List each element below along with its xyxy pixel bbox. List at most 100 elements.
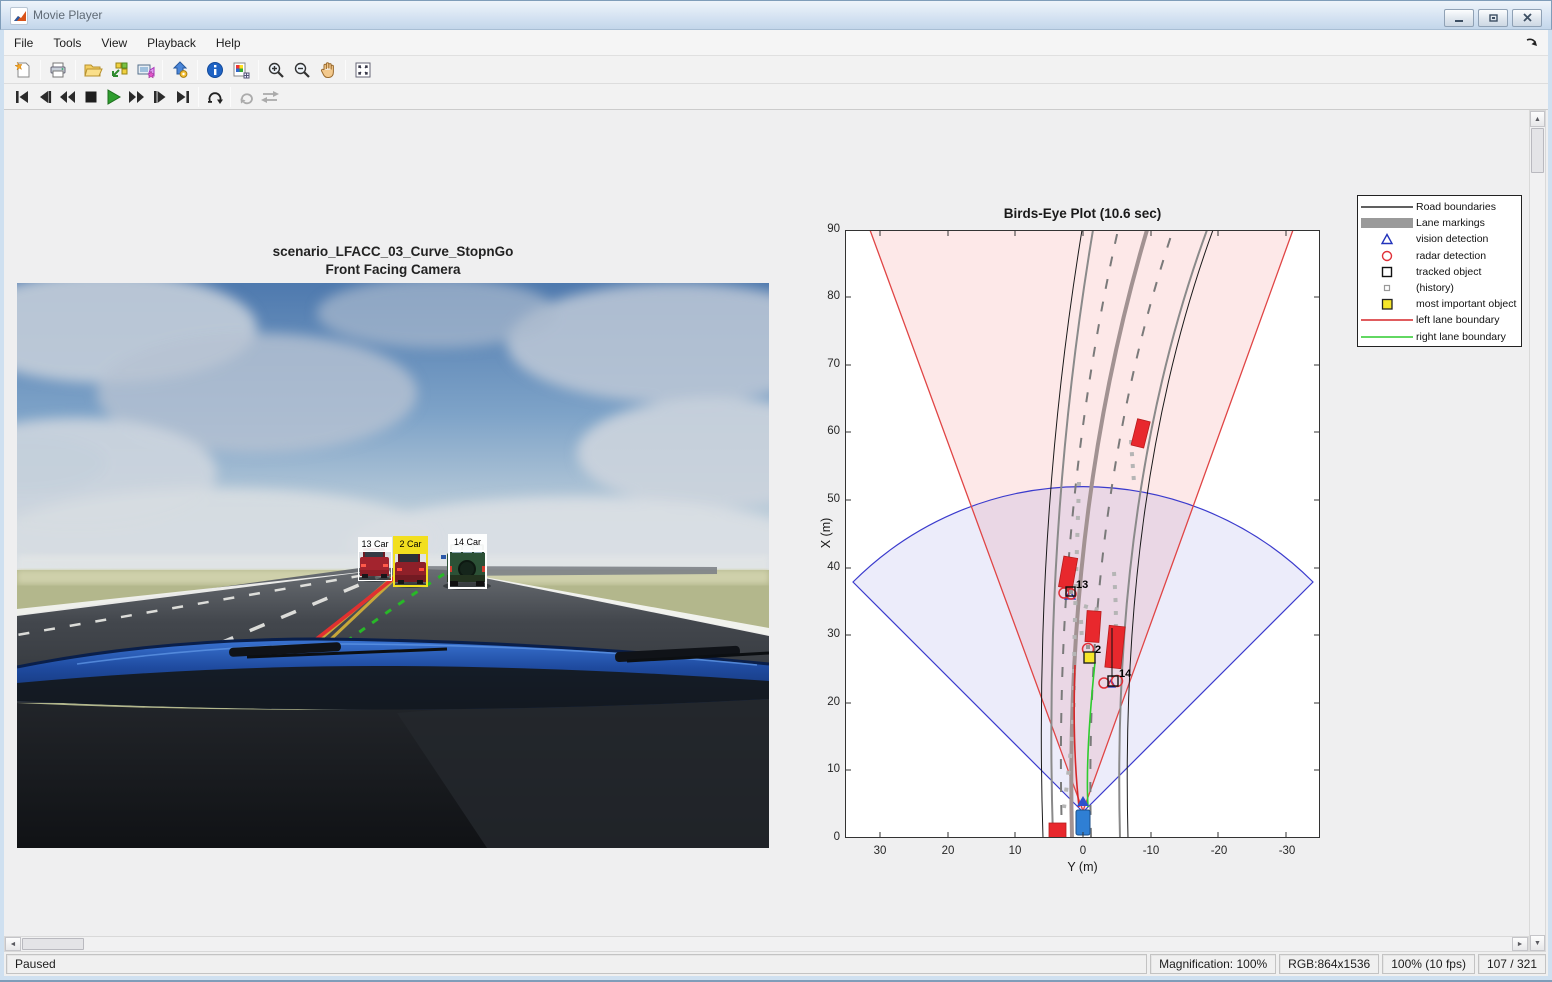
fast-forward-button[interactable] bbox=[125, 86, 148, 108]
playback-state: Paused bbox=[6, 954, 1148, 974]
y-tick-label: 10 bbox=[827, 763, 840, 775]
menu-file[interactable]: File bbox=[4, 32, 43, 54]
track-label-13: 13 bbox=[1076, 579, 1088, 591]
print-button[interactable] bbox=[45, 58, 71, 82]
legend-most-important-object-icon bbox=[1358, 298, 1416, 310]
rewind-button[interactable] bbox=[56, 86, 79, 108]
restore-button[interactable] bbox=[1478, 9, 1508, 27]
playback-toolbar bbox=[4, 84, 1548, 110]
legend-label: right lane boundary bbox=[1416, 330, 1506, 343]
scroll-down-button[interactable]: ▼ bbox=[1530, 935, 1545, 951]
undock-arrow-icon[interactable] bbox=[1524, 34, 1542, 52]
close-button[interactable] bbox=[1512, 9, 1542, 27]
legend-right-lane-boundary-icon bbox=[1358, 331, 1416, 343]
legend-label: tracked object bbox=[1416, 265, 1482, 278]
zoom-out-button[interactable] bbox=[289, 58, 315, 82]
autoreverse-button[interactable] bbox=[235, 86, 258, 108]
detection-label-2: 2 Car bbox=[393, 536, 428, 552]
plot-legend: Road boundaries Lane markings vision det… bbox=[1357, 195, 1522, 347]
title-bar: Movie Player bbox=[0, 0, 1552, 30]
x-axis-label: Y (m) bbox=[1067, 860, 1098, 874]
vertical-scrollbar[interactable]: ▲ ▼ bbox=[1529, 110, 1546, 952]
legend-label: most important object bbox=[1416, 298, 1517, 311]
most-important-object-marker bbox=[1083, 651, 1096, 664]
legend-vision-detection-icon bbox=[1358, 233, 1416, 245]
export-movie-button[interactable] bbox=[167, 58, 193, 82]
menu-playback[interactable]: Playback bbox=[137, 32, 206, 54]
legend-line-road-boundaries-icon bbox=[1358, 201, 1416, 213]
detection-label-13: 13 Car bbox=[358, 537, 392, 551]
horizontal-scroll-thumb[interactable] bbox=[22, 938, 84, 950]
y-tick-label: 30 bbox=[827, 628, 840, 640]
open-button[interactable] bbox=[80, 58, 106, 82]
vertical-scroll-thumb[interactable] bbox=[1531, 128, 1544, 173]
zoom-in-button[interactable] bbox=[263, 58, 289, 82]
step-forward-button[interactable] bbox=[148, 86, 171, 108]
matlab-app-icon bbox=[10, 7, 28, 25]
import-from-workspace-button[interactable] bbox=[106, 58, 132, 82]
x-tick-label: 30 bbox=[873, 845, 887, 857]
stop-button[interactable] bbox=[79, 86, 102, 108]
new-file-button[interactable] bbox=[10, 58, 36, 82]
y-axis-label: X (m) bbox=[819, 517, 833, 549]
legend-history-icon bbox=[1358, 282, 1416, 294]
legend-tracked-object-icon bbox=[1358, 266, 1416, 278]
y-tick-label: 70 bbox=[827, 358, 840, 370]
status-bar: Paused Magnification: 100% RGB:864x1536 … bbox=[4, 952, 1548, 976]
plot-title: Birds-Eye Plot (10.6 sec) bbox=[1003, 206, 1162, 221]
detection-label-14: 14 Car bbox=[448, 534, 487, 551]
menu-tools[interactable]: Tools bbox=[43, 32, 91, 54]
pan-button[interactable] bbox=[315, 58, 341, 82]
playback-direction-button[interactable] bbox=[258, 86, 281, 108]
play-button[interactable] bbox=[102, 86, 125, 108]
scroll-right-button[interactable]: ► bbox=[1512, 937, 1528, 951]
y-tick-label: 60 bbox=[827, 425, 840, 437]
image-size-status: RGB:864x1536 bbox=[1279, 954, 1380, 974]
go-to-last-button[interactable] bbox=[171, 86, 194, 108]
x-tick-label: -20 bbox=[1210, 845, 1228, 857]
legend-bar-lane-markings-icon bbox=[1358, 217, 1416, 229]
window-border-bottom bbox=[0, 976, 1552, 982]
bbox-car-2-most-important bbox=[393, 552, 428, 587]
y-tick-label: 90 bbox=[827, 223, 840, 235]
camera-panel-title: scenario_LFACC_03_Curve_StopnGo Front Fa… bbox=[17, 243, 769, 279]
scroll-left-button[interactable]: ◄ bbox=[5, 937, 21, 951]
go-to-first-button[interactable] bbox=[10, 86, 33, 108]
birds-eye-plot: 13 2 14 bbox=[845, 229, 1320, 839]
y-tick-label: 80 bbox=[827, 290, 840, 302]
window-border-right bbox=[1548, 30, 1552, 976]
pixel-region-button[interactable] bbox=[228, 58, 254, 82]
scenario-name: scenario_LFACC_03_Curve_StopnGo bbox=[272, 244, 514, 259]
camera-name: Front Facing Camera bbox=[325, 262, 461, 277]
export-to-video-viewer-button[interactable] bbox=[132, 58, 158, 82]
legend-label: Lane markings bbox=[1416, 217, 1485, 230]
x-tick-label: 10 bbox=[1008, 845, 1022, 857]
maximize-axes-button[interactable] bbox=[350, 58, 376, 82]
legend-label: vision detection bbox=[1416, 233, 1489, 246]
info-button[interactable] bbox=[202, 58, 228, 82]
main-toolbar bbox=[4, 56, 1548, 84]
horizontal-scrollbar[interactable]: ◄ ► bbox=[4, 936, 1529, 952]
magnification-status: Magnification: 100% bbox=[1150, 954, 1277, 974]
track-label-14: 14 bbox=[1119, 668, 1132, 680]
menu-help[interactable]: Help bbox=[206, 32, 251, 54]
x-tick-label: 0 bbox=[1079, 845, 1087, 857]
step-back-button[interactable] bbox=[33, 86, 56, 108]
menu-view[interactable]: View bbox=[91, 32, 137, 54]
frame-rate-status: 100% (10 fps) bbox=[1382, 954, 1475, 974]
track-label-2: 2 bbox=[1095, 644, 1101, 656]
vehicle-parked bbox=[1048, 822, 1067, 839]
legend-label: (history) bbox=[1416, 282, 1454, 295]
x-tick-label: -30 bbox=[1278, 845, 1296, 857]
vehicle-2 bbox=[1084, 610, 1102, 643]
repeat-button[interactable] bbox=[203, 86, 226, 108]
bbox-car-13 bbox=[358, 551, 392, 581]
y-tick-label: 20 bbox=[827, 696, 840, 708]
ego-hood bbox=[16, 637, 770, 848]
legend-label: left lane boundary bbox=[1416, 314, 1500, 327]
minimize-button[interactable] bbox=[1444, 9, 1474, 27]
window-title: Movie Player bbox=[33, 8, 103, 22]
legend-radar-detection-icon bbox=[1358, 250, 1416, 262]
scroll-up-button[interactable]: ▲ bbox=[1530, 111, 1545, 127]
frame-counter: 107 / 321 bbox=[1477, 954, 1546, 974]
